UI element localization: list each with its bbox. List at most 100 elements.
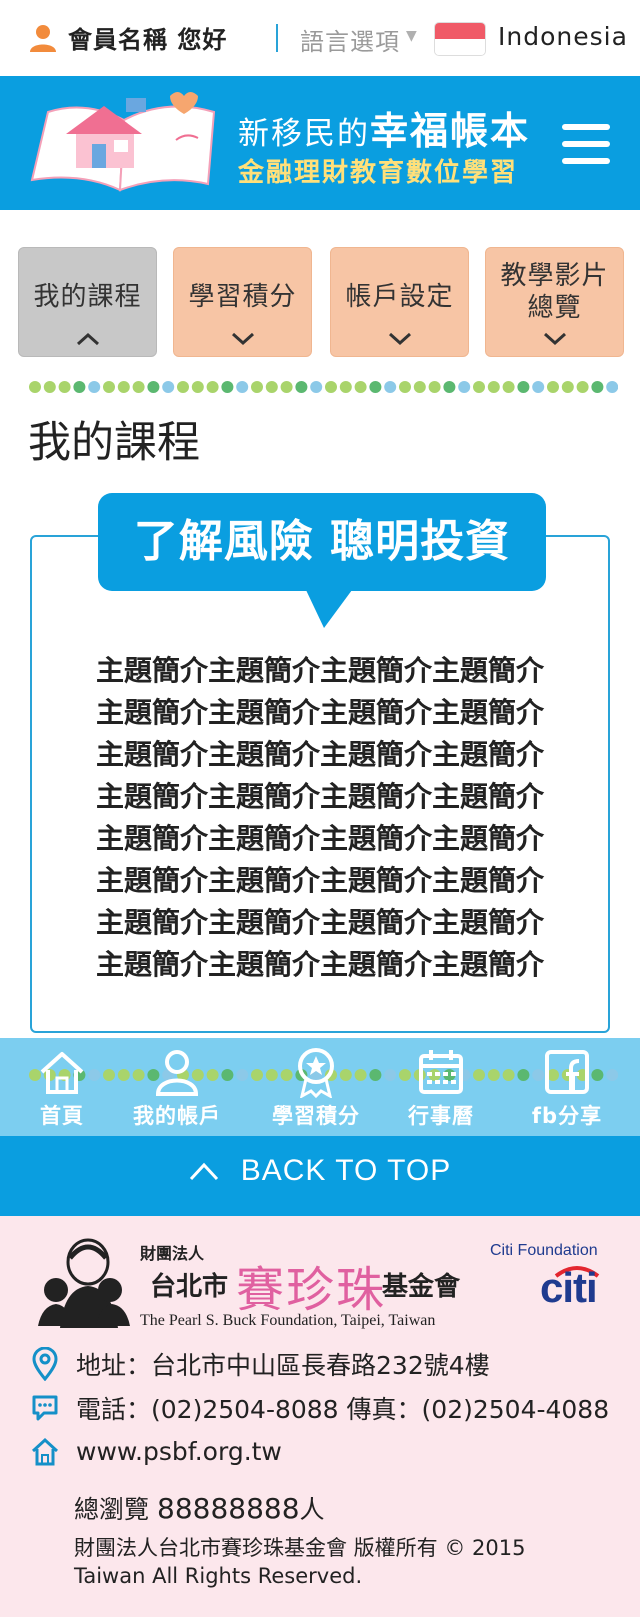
divider-dot [369, 381, 382, 393]
divider-dot [473, 381, 485, 393]
nav-label: 學習積分 [272, 1104, 360, 1128]
divider-dot [29, 381, 41, 393]
title-main: 幸福帳本 [370, 109, 531, 153]
divider-dot [132, 381, 145, 393]
divider-dot [221, 381, 234, 393]
member-greeting[interactable]: 會員名稱 您好 [28, 20, 227, 55]
visits-count: 88888888 [157, 1492, 300, 1525]
home-icon [31, 1437, 59, 1466]
title-prefix: 新移民的 [238, 116, 370, 152]
org-name: 賽珍珠 [236, 1262, 387, 1318]
tab-label-line1: 教學影片 [500, 261, 609, 291]
tab-video-overview[interactable]: 教學影片 總覽 [485, 247, 624, 357]
tab-label: 帳戶設定 [345, 282, 454, 312]
calendar-icon [419, 1050, 463, 1094]
address-row: 地址：台北市中山區長春路232號4樓 [30, 1346, 490, 1382]
intro-line: 主題簡介主題簡介主題簡介主題簡介 [95, 780, 544, 813]
chevron-down-icon [388, 332, 412, 346]
chat-bubble-icon [32, 1395, 58, 1421]
intro-line: 主題簡介主題簡介主題簡介主題簡介 [95, 906, 544, 939]
nav-label: 行事曆 [408, 1104, 474, 1128]
visits-unit: 人 [299, 1495, 325, 1524]
divider-dot [413, 381, 426, 393]
member-name: 會員名稱 您好 [68, 26, 228, 54]
divider-dot [280, 381, 293, 393]
intro-line: 主題簡介主題簡介主題簡介主題簡介 [95, 948, 544, 981]
course-intro: 主題簡介主題簡介主題簡介主題簡介 主題簡介主題簡介主題簡介主題簡介 主題簡介主題… [70, 650, 570, 986]
caret-down-icon[interactable]: ▼ [406, 28, 417, 44]
hamburger-menu-icon[interactable] [562, 124, 610, 164]
foundation-logo-illustration [38, 1238, 130, 1328]
divider-dot [443, 381, 456, 393]
divider-dot [191, 381, 204, 393]
divider [276, 24, 278, 52]
country-label[interactable]: Indonesia [498, 22, 628, 51]
divider-dot [591, 381, 604, 393]
intro-line: 主題簡介主題簡介主題簡介主題簡介 [95, 822, 544, 855]
divider-dot [73, 381, 86, 393]
intro-line: 主題簡介主題簡介主題簡介主題簡介 [95, 696, 544, 729]
divider-dot [487, 381, 500, 393]
tab-my-courses[interactable]: 我的課程 [18, 247, 157, 357]
chevron-up-icon [189, 1162, 218, 1181]
site-title: 新移民的幸福帳本 [238, 100, 530, 155]
indonesia-flag-icon[interactable] [434, 22, 486, 56]
sponsor-label: Citi Foundation [490, 1242, 598, 1259]
bubble-tail [306, 590, 352, 628]
nav-learning-points[interactable]: 學習積分 [256, 1046, 376, 1130]
badge-icon [298, 1048, 334, 1098]
nav-my-account[interactable]: 我的帳戶 [117, 1046, 237, 1130]
divider-dot [339, 381, 352, 393]
chevron-up-icon [76, 332, 100, 346]
divider-dot [532, 381, 545, 393]
divider-dot [117, 381, 130, 393]
divider-dot [147, 381, 160, 393]
course-title: 了解風險 聰明投資 [133, 516, 511, 567]
divider-dot [561, 381, 574, 393]
org-type: 財團法人 [140, 1244, 205, 1263]
dotted-divider [29, 381, 618, 393]
facebook-icon [545, 1050, 589, 1094]
nav-label: fb分享 [531, 1104, 603, 1128]
divider-dot [576, 381, 589, 393]
tab-label: 教學影片 總覽 [500, 248, 610, 324]
language-select[interactable]: 語言選項 [300, 22, 400, 57]
org-english-name: The Pearl S. Buck Foundation, Taipei, Ta… [140, 1312, 436, 1329]
divider-dot [162, 381, 175, 393]
back-to-top-label: BACK TO TOP [240, 1154, 452, 1187]
divider-dot [325, 381, 337, 393]
divider-dot [103, 381, 115, 393]
back-to-top-button[interactable]: BACK TO TOP [0, 1136, 640, 1216]
nav-home[interactable]: 首頁 [2, 1046, 122, 1130]
tab-account-settings[interactable]: 帳戶設定 [330, 247, 469, 357]
intro-line: 主題簡介主題簡介主題簡介主題簡介 [95, 738, 544, 771]
phone-row: 電話：(02)2504-8088 傳真：(02)2504-4088 [30, 1390, 609, 1426]
website-row: www.psbf.org.tw [30, 1434, 282, 1468]
intro-line: 主題簡介主題簡介主題簡介主題簡介 [95, 864, 544, 897]
user-icon [155, 1050, 199, 1096]
org-suffix: 基金會 [382, 1272, 461, 1302]
citi-logo: citi [540, 1264, 598, 1311]
chevron-down-icon [543, 332, 567, 346]
divider-dot [206, 381, 219, 393]
visits-label: 總瀏覽 [74, 1495, 150, 1524]
divider-dot [236, 1069, 249, 1081]
website-link[interactable]: www.psbf.org.tw [76, 1437, 282, 1466]
divider-dot [502, 381, 515, 393]
divider-dot [606, 381, 618, 393]
nav-calendar[interactable]: 行事曆 [381, 1046, 501, 1130]
tab-label: 我的課程 [33, 282, 142, 312]
divider-dot [251, 381, 263, 393]
tab-learning-points[interactable]: 學習積分 [173, 247, 312, 357]
top-bar: 會員名稱 您好 語言選項 ▼ Indonesia [0, 0, 640, 76]
divider-dot [295, 381, 308, 393]
page-title: 我的課程 [28, 418, 200, 468]
divider-dot [43, 381, 56, 393]
copyright-text: 財團法人台北市賽珍珠基金會 版權所有 © 2015 Taiwan All Rig… [74, 1536, 526, 1588]
site-logo[interactable] [26, 90, 222, 200]
nav-fb-share[interactable]: fb分享 [507, 1046, 627, 1130]
tab-label: 學習積分 [188, 282, 297, 312]
divider-dot [428, 381, 441, 393]
divider-dot [547, 381, 559, 393]
tab-label-line2: 總覽 [527, 293, 582, 323]
